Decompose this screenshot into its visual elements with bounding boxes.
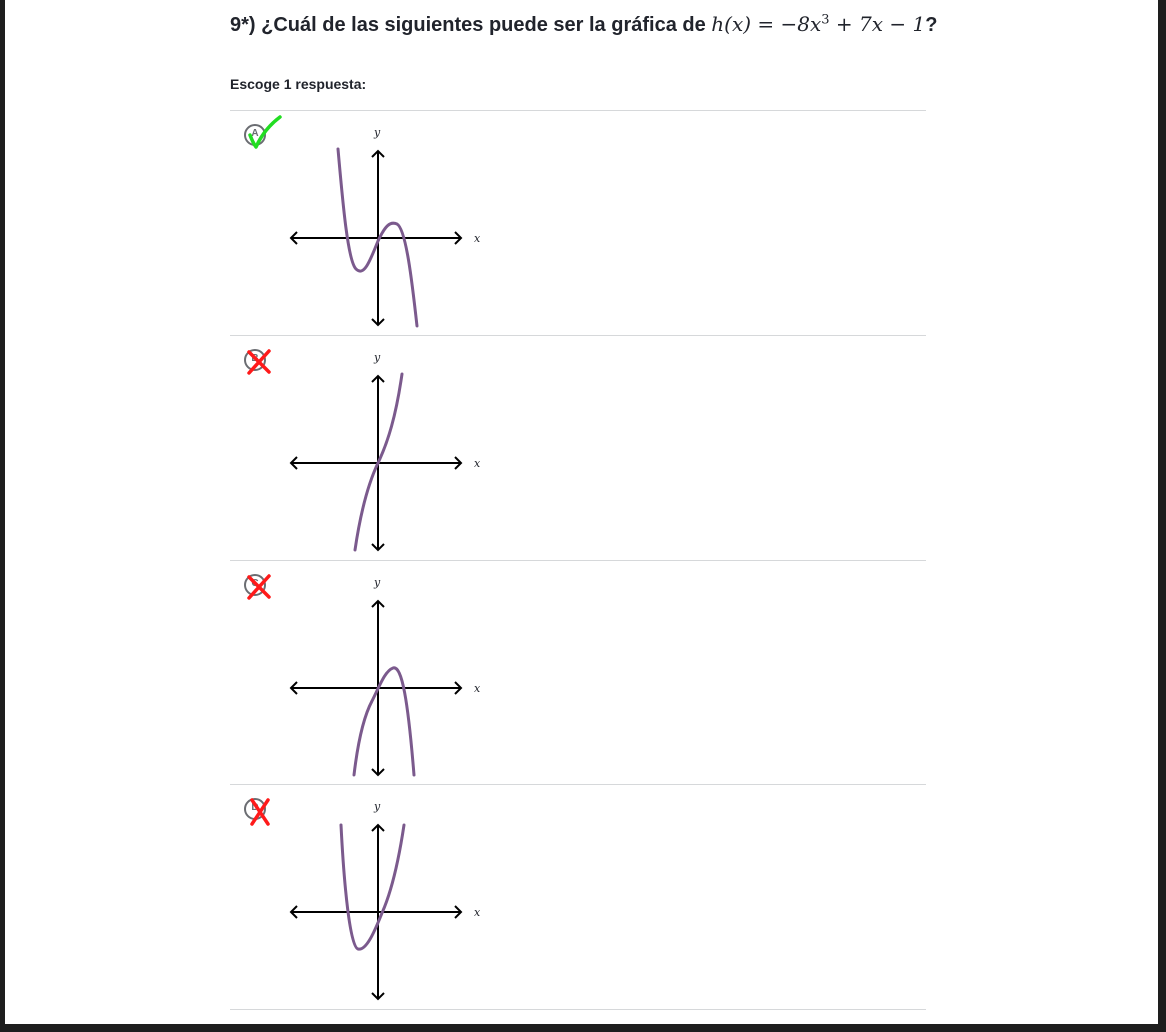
question-prefix: 9*) ¿Cuál de las siguientes puede ser la… — [230, 14, 712, 36]
y-axis-label: y — [373, 126, 381, 139]
y-axis-label: y — [373, 351, 381, 364]
graph-b: x y — [289, 351, 481, 552]
x-axis-label: x — [474, 457, 481, 470]
curve-d — [339, 823, 406, 951]
graph-c: x y — [289, 576, 481, 777]
graph-d: x y — [289, 800, 481, 1001]
exercise-page: 9*) ¿Cuál de las siguientes puede ser la… — [5, 0, 1158, 1024]
question-suffix: ? — [925, 14, 938, 36]
choice-a[interactable]: A x y — [230, 111, 926, 335]
question-title: 9*) ¿Cuál de las siguientes puede ser la… — [230, 12, 937, 37]
curve-c — [352, 666, 416, 777]
x-axis — [289, 905, 463, 919]
choice-c[interactable]: C x y — [230, 561, 926, 785]
x-axis-label: x — [474, 682, 481, 695]
graph-a: x y — [289, 126, 481, 328]
x-axis-label: x — [474, 906, 481, 919]
answer-instructions: Escoge 1 respuesta: — [230, 76, 367, 92]
divider — [230, 1009, 926, 1010]
choice-d[interactable]: D x y — [230, 785, 926, 1009]
y-axis-label: y — [373, 800, 381, 813]
x-axis-label: x — [474, 232, 481, 245]
y-axis-label: y — [373, 576, 381, 589]
question-math: h(x) = −8x3 + 7x − 1 — [711, 12, 926, 36]
choice-b[interactable]: B x y — [230, 336, 926, 560]
